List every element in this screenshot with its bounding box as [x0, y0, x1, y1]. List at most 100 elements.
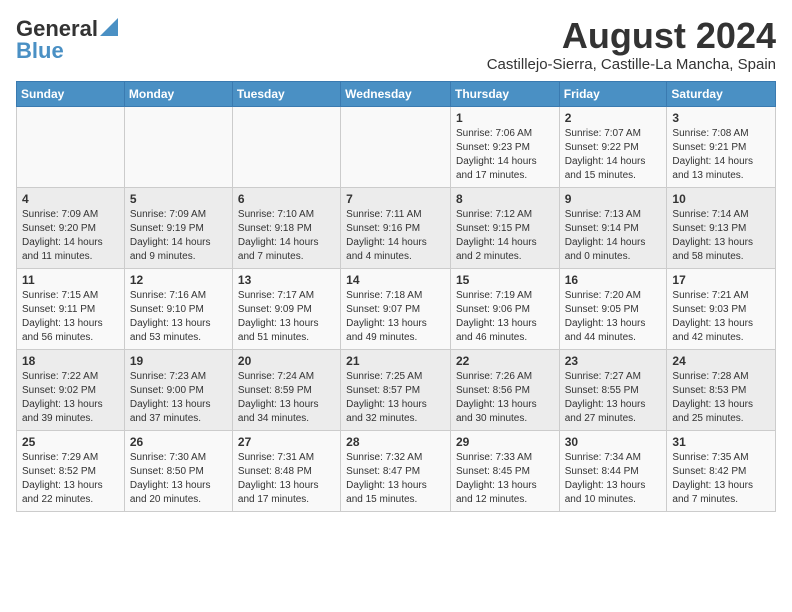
day-info: Sunrise: 7:11 AM Sunset: 9:16 PM Dayligh… [346, 208, 445, 264]
calendar-cell [124, 106, 232, 187]
day-info: Sunrise: 7:18 AM Sunset: 9:07 PM Dayligh… [346, 289, 445, 345]
day-number: 25 [22, 435, 119, 449]
day-of-week-sunday: Sunday [17, 81, 125, 106]
calendar-cell: 19 Sunrise: 7:23 AM Sunset: 9:00 PM Dayli… [124, 349, 232, 430]
day-number: 13 [238, 273, 335, 287]
day-number: 19 [130, 354, 227, 368]
day-number: 24 [672, 354, 770, 368]
day-number: 3 [672, 111, 770, 125]
calendar-cell: 15 Sunrise: 7:19 AM Sunset: 9:06 PM Dayli… [450, 268, 559, 349]
day-info: Sunrise: 7:21 AM Sunset: 9:03 PM Dayligh… [672, 289, 770, 345]
day-of-week-friday: Friday [559, 81, 667, 106]
day-number: 29 [456, 435, 554, 449]
day-of-week-thursday: Thursday [450, 81, 559, 106]
day-number: 16 [565, 273, 662, 287]
calendar-cell: 13 Sunrise: 7:17 AM Sunset: 9:09 PM Dayli… [232, 268, 340, 349]
calendar-cell: 6 Sunrise: 7:10 AM Sunset: 9:18 PM Daylig… [232, 187, 340, 268]
day-number: 7 [346, 192, 445, 206]
calendar-cell [232, 106, 340, 187]
day-info: Sunrise: 7:12 AM Sunset: 9:15 PM Dayligh… [456, 208, 554, 264]
page-header: General Blue August 2024 Castillejo-Sier… [16, 16, 776, 73]
day-info: Sunrise: 7:09 AM Sunset: 9:20 PM Dayligh… [22, 208, 119, 264]
day-number: 4 [22, 192, 119, 206]
day-number: 18 [22, 354, 119, 368]
calendar-cell: 3 Sunrise: 7:08 AM Sunset: 9:21 PM Daylig… [667, 106, 776, 187]
day-of-week-wednesday: Wednesday [341, 81, 451, 106]
day-info: Sunrise: 7:30 AM Sunset: 8:50 PM Dayligh… [130, 451, 227, 507]
calendar-week-row: 25Sunrise: 7:29 AM Sunset: 8:52 PM Dayli… [17, 430, 776, 511]
calendar-cell: 14Sunrise: 7:18 AM Sunset: 9:07 PM Dayli… [341, 268, 451, 349]
calendar-week-row: 18 Sunrise: 7:22 AM Sunset: 9:02 PM Dayli… [17, 349, 776, 430]
calendar-cell [341, 106, 451, 187]
day-info: Sunrise: 7:27 AM Sunset: 8:55 PM Dayligh… [565, 370, 662, 426]
day-number: 12 [130, 273, 227, 287]
day-number: 21 [346, 354, 445, 368]
calendar-body: 1Sunrise: 7:06 AM Sunset: 9:23 PM Daylig… [17, 106, 776, 511]
day-of-week-saturday: Saturday [667, 81, 776, 106]
calendar-cell: 20 Sunrise: 7:24 AM Sunset: 8:59 PM Dayli… [232, 349, 340, 430]
day-number: 5 [130, 192, 227, 206]
day-number: 30 [565, 435, 662, 449]
logo-triangle-icon [100, 18, 118, 36]
day-info: Sunrise: 7:15 AM Sunset: 9:11 PM Dayligh… [22, 289, 119, 345]
calendar-cell: 23Sunrise: 7:27 AM Sunset: 8:55 PM Dayli… [559, 349, 667, 430]
calendar-cell: 21 Sunrise: 7:25 AM Sunset: 8:57 PM Dayli… [341, 349, 451, 430]
day-info: Sunrise: 7:17 AM Sunset: 9:09 PM Dayligh… [238, 289, 335, 345]
day-info: Sunrise: 7:08 AM Sunset: 9:21 PM Dayligh… [672, 127, 770, 183]
day-info: Sunrise: 7:14 AM Sunset: 9:13 PM Dayligh… [672, 208, 770, 264]
day-info: Sunrise: 7:23 AM Sunset: 9:00 PM Dayligh… [130, 370, 227, 426]
day-info: Sunrise: 7:07 AM Sunset: 9:22 PM Dayligh… [565, 127, 662, 183]
calendar-cell: 18 Sunrise: 7:22 AM Sunset: 9:02 PM Dayli… [17, 349, 125, 430]
day-info: Sunrise: 7:31 AM Sunset: 8:48 PM Dayligh… [238, 451, 335, 507]
calendar-cell: 9Sunrise: 7:13 AM Sunset: 9:14 PM Daylig… [559, 187, 667, 268]
logo: General Blue [16, 16, 118, 64]
day-number: 28 [346, 435, 445, 449]
day-number: 11 [22, 273, 119, 287]
calendar-week-row: 4 Sunrise: 7:09 AM Sunset: 9:20 PM Daylig… [17, 187, 776, 268]
calendar-cell: 8Sunrise: 7:12 AM Sunset: 9:15 PM Daylig… [450, 187, 559, 268]
day-number: 6 [238, 192, 335, 206]
day-number: 15 [456, 273, 554, 287]
day-info: Sunrise: 7:10 AM Sunset: 9:18 PM Dayligh… [238, 208, 335, 264]
day-info: Sunrise: 7:22 AM Sunset: 9:02 PM Dayligh… [22, 370, 119, 426]
calendar-cell: 7 Sunrise: 7:11 AM Sunset: 9:16 PM Daylig… [341, 187, 451, 268]
logo-blue: Blue [16, 38, 64, 64]
day-number: 2 [565, 111, 662, 125]
title-block: August 2024 Castillejo-Sierra, Castille-… [487, 16, 776, 73]
day-number: 9 [565, 192, 662, 206]
day-number: 10 [672, 192, 770, 206]
calendar-cell: 10 Sunrise: 7:14 AM Sunset: 9:13 PM Dayli… [667, 187, 776, 268]
calendar-header-row: SundayMondayTuesdayWednesdayThursdayFrid… [17, 81, 776, 106]
day-number: 20 [238, 354, 335, 368]
day-info: Sunrise: 7:24 AM Sunset: 8:59 PM Dayligh… [238, 370, 335, 426]
month-title: August 2024 [487, 16, 776, 56]
day-info: Sunrise: 7:28 AM Sunset: 8:53 PM Dayligh… [672, 370, 770, 426]
calendar-cell: 25Sunrise: 7:29 AM Sunset: 8:52 PM Dayli… [17, 430, 125, 511]
calendar-cell: 22Sunrise: 7:26 AM Sunset: 8:56 PM Dayli… [450, 349, 559, 430]
calendar-cell: 17 Sunrise: 7:21 AM Sunset: 9:03 PM Dayli… [667, 268, 776, 349]
day-info: Sunrise: 7:32 AM Sunset: 8:47 PM Dayligh… [346, 451, 445, 507]
calendar-cell: 2 Sunrise: 7:07 AM Sunset: 9:22 PM Daylig… [559, 106, 667, 187]
calendar-cell: 1Sunrise: 7:06 AM Sunset: 9:23 PM Daylig… [450, 106, 559, 187]
calendar-cell: 24 Sunrise: 7:28 AM Sunset: 8:53 PM Dayli… [667, 349, 776, 430]
location-title: Castillejo-Sierra, Castille-La Mancha, S… [487, 56, 776, 73]
day-number: 17 [672, 273, 770, 287]
calendar-cell: 27 Sunrise: 7:31 AM Sunset: 8:48 PM Dayli… [232, 430, 340, 511]
day-number: 31 [672, 435, 770, 449]
calendar-cell: 12 Sunrise: 7:16 AM Sunset: 9:10 PM Dayli… [124, 268, 232, 349]
day-info: Sunrise: 7:20 AM Sunset: 9:05 PM Dayligh… [565, 289, 662, 345]
day-info: Sunrise: 7:25 AM Sunset: 8:57 PM Dayligh… [346, 370, 445, 426]
calendar-week-row: 11 Sunrise: 7:15 AM Sunset: 9:11 PM Dayli… [17, 268, 776, 349]
day-info: Sunrise: 7:19 AM Sunset: 9:06 PM Dayligh… [456, 289, 554, 345]
calendar-cell: 31Sunrise: 7:35 AM Sunset: 8:42 PM Dayli… [667, 430, 776, 511]
day-of-week-monday: Monday [124, 81, 232, 106]
day-number: 27 [238, 435, 335, 449]
day-number: 1 [456, 111, 554, 125]
day-info: Sunrise: 7:26 AM Sunset: 8:56 PM Dayligh… [456, 370, 554, 426]
calendar-cell: 11 Sunrise: 7:15 AM Sunset: 9:11 PM Dayli… [17, 268, 125, 349]
calendar-cell: 16 Sunrise: 7:20 AM Sunset: 9:05 PM Dayli… [559, 268, 667, 349]
calendar-cell: 28 Sunrise: 7:32 AM Sunset: 8:47 PM Dayli… [341, 430, 451, 511]
day-info: Sunrise: 7:16 AM Sunset: 9:10 PM Dayligh… [130, 289, 227, 345]
day-info: Sunrise: 7:09 AM Sunset: 9:19 PM Dayligh… [130, 208, 227, 264]
day-info: Sunrise: 7:34 AM Sunset: 8:44 PM Dayligh… [565, 451, 662, 507]
